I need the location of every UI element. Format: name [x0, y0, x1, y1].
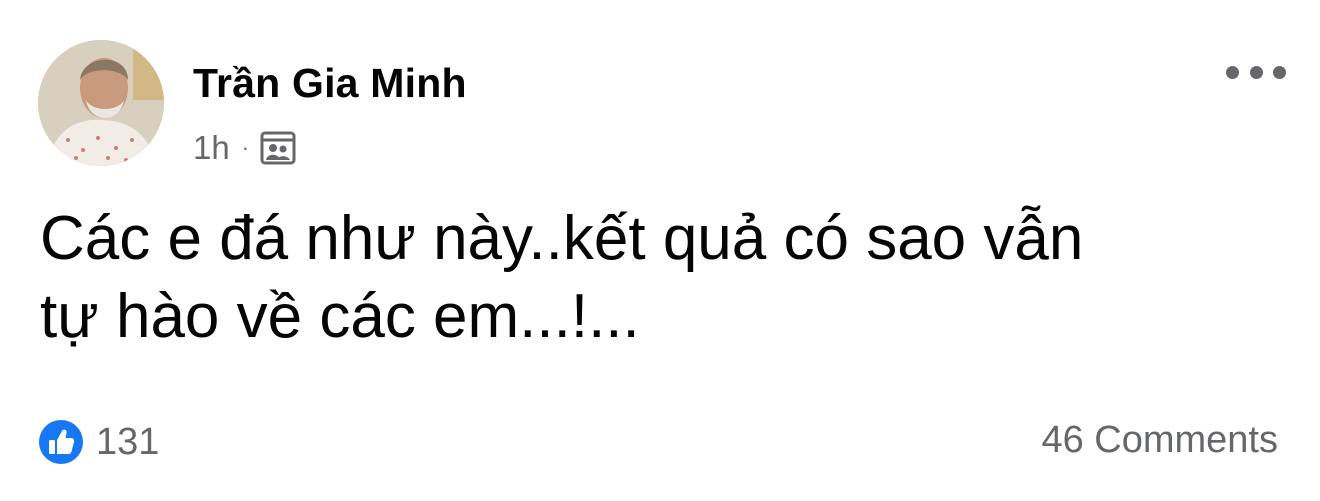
author-name[interactable]: Trần Gia Minh	[193, 60, 467, 107]
avatar-photo	[38, 40, 164, 166]
more-options-icon	[1226, 65, 1239, 79]
post-text: Các e đá như này..kết quả có sao vẫn tự …	[40, 200, 1290, 356]
like-count: 131	[96, 420, 160, 463]
meta-separator: ·	[241, 135, 250, 160]
more-options-icon-dot	[1273, 65, 1286, 79]
post-timestamp[interactable]: 1h	[193, 129, 230, 167]
more-options-button[interactable]	[1226, 55, 1286, 89]
author-avatar[interactable]	[38, 40, 164, 166]
post-meta: 1h ·	[193, 128, 296, 168]
post-card: Trần Gia Minh 1h · Các e đá như này..kết…	[0, 0, 1320, 501]
post-text-line: Các e đá như này..kết quả có sao vẫn	[40, 204, 1084, 273]
like-icon	[39, 420, 83, 464]
group-audience-icon[interactable]	[260, 131, 296, 165]
more-options-icon-dot	[1249, 65, 1263, 79]
reactions-summary[interactable]: 131	[38, 419, 159, 465]
comments-count-link[interactable]: 46 Comments	[1041, 419, 1278, 462]
post-text-line: tự hào về các em...!...	[40, 282, 640, 351]
